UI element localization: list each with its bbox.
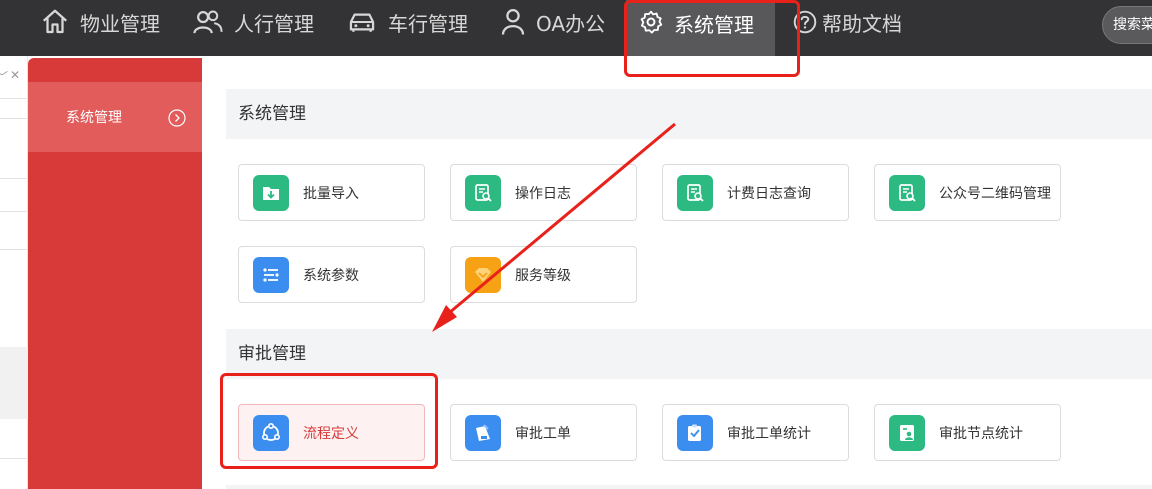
side-menu-item-system[interactable]: 系统管理 <box>28 82 202 152</box>
row-divider <box>0 458 28 459</box>
side-menu-item-label: 系统管理 <box>66 110 122 126</box>
nav-item-help[interactable]: 帮助文档 <box>792 0 902 44</box>
top-nav-bar: 物业管理 人行管理 车行管理 OA办公 系统管理 帮助文档 搜索菜 <box>0 0 1152 56</box>
card-operation-log[interactable]: 操作日志 <box>450 164 637 221</box>
log-search-icon <box>889 174 925 211</box>
close-icon[interactable]: ✕ <box>10 68 20 82</box>
card-label: 流程定义 <box>303 425 359 442</box>
card-label: 服务等级 <box>515 267 571 284</box>
card-qrcode-manage[interactable]: 公众号二维码管理 <box>874 164 1061 221</box>
log-search-icon <box>465 174 501 211</box>
card-label: 审批工单 <box>515 425 571 442</box>
flow-icon <box>253 414 289 451</box>
nav-item-label: 车行管理 <box>388 11 468 36</box>
card-approval-order[interactable]: 审批工单 <box>450 404 637 461</box>
section-header-approval: 审批管理 <box>226 329 1152 379</box>
next-section-edge <box>226 485 1152 489</box>
card-billing-log[interactable]: 计费日志查询 <box>662 164 849 221</box>
row-divider <box>0 118 28 119</box>
row-divider <box>0 98 28 99</box>
car-icon <box>349 13 375 32</box>
chevron-right-circle-icon <box>168 109 186 127</box>
nav-item-label: 系统管理 <box>674 13 754 37</box>
card-label: 系统参数 <box>303 267 359 284</box>
people-icon <box>193 10 223 34</box>
card-label: 公众号二维码管理 <box>939 185 1051 202</box>
card-approval-node-stats[interactable]: 审批节点统计 <box>874 404 1061 461</box>
list-settings-icon <box>253 256 289 293</box>
background-page-strip: ﹀ ✕ <box>0 56 28 489</box>
chevron-down-icon[interactable]: ﹀ <box>0 68 8 85</box>
nav-item-pedestrian[interactable]: 人行管理 <box>192 0 314 44</box>
card-label: 操作日志 <box>515 185 571 202</box>
card-label: 审批工单统计 <box>727 425 811 442</box>
main-content: 系统管理 批量导入 操作日志 计费日志查询 公众号二维码管理 系统参数 服务等级 <box>202 58 1152 489</box>
row-divider <box>0 211 28 212</box>
gear-icon <box>640 10 663 34</box>
nav-item-vehicle[interactable]: 车行管理 <box>346 0 468 44</box>
card-approval-order-stats[interactable]: 审批工单统计 <box>662 404 849 461</box>
card-batch-import[interactable]: 批量导入 <box>238 164 425 221</box>
nav-item-property[interactable]: 物业管理 <box>40 0 160 44</box>
row-divider <box>0 178 28 179</box>
log-search-icon <box>677 174 713 211</box>
card-flow-definition[interactable]: 流程定义 <box>238 404 425 461</box>
nav-item-label: 帮助文档 <box>822 11 902 36</box>
nav-item-system[interactable]: 系统管理 <box>626 0 775 56</box>
side-menu: 系统管理 <box>28 58 202 489</box>
gray-row <box>0 347 28 419</box>
clipboard-check-icon <box>677 414 713 451</box>
node-stat-icon <box>889 414 925 451</box>
approval-doc-icon <box>465 414 501 451</box>
home-icon <box>43 9 67 34</box>
section-header-system: 系统管理 <box>226 89 1152 139</box>
person-icon <box>501 9 525 35</box>
nav-item-oa[interactable]: OA办公 <box>500 0 605 44</box>
diamond-icon <box>465 256 501 293</box>
folder-download-icon <box>253 174 289 211</box>
search-input[interactable]: 搜索菜 <box>1102 6 1152 44</box>
row-divider <box>0 249 28 250</box>
card-service-level[interactable]: 服务等级 <box>450 246 637 303</box>
nav-item-label: 人行管理 <box>234 11 314 36</box>
help-icon <box>793 10 817 34</box>
nav-item-label: OA办公 <box>536 11 606 36</box>
card-label: 计费日志查询 <box>727 185 811 202</box>
nav-item-label: 物业管理 <box>80 11 160 36</box>
card-label: 审批节点统计 <box>939 425 1023 442</box>
card-system-params[interactable]: 系统参数 <box>238 246 425 303</box>
card-label: 批量导入 <box>303 185 359 202</box>
